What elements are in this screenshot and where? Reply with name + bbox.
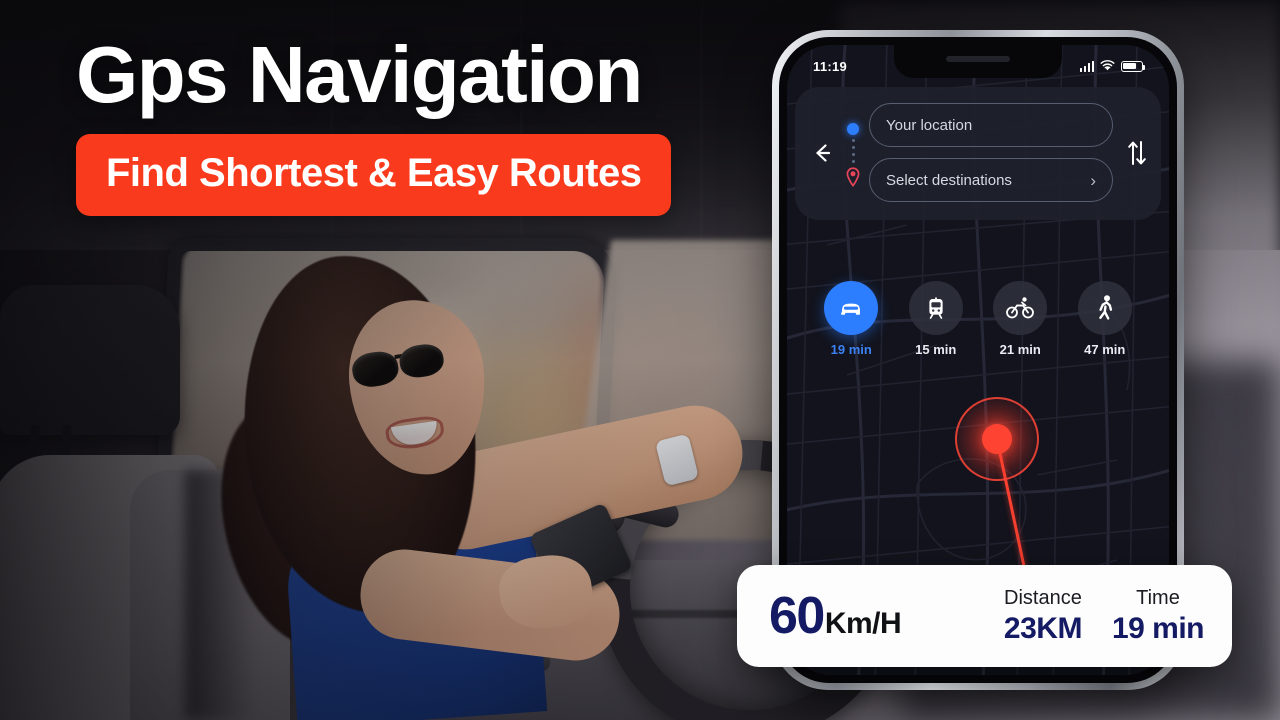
blue-dot-icon [847,122,859,135]
transport-mode-selector: 19 min 15 min 21 min 47 min [787,281,1169,357]
mode-bicycle-label: 21 min [999,342,1041,357]
stat-group: Distance 23KM Time 19 min [1003,586,1205,646]
mode-car[interactable]: 19 min [814,281,888,357]
distance-label: Distance [1004,587,1082,609]
origin-value: Your location [886,116,973,134]
distance-value: 23KM [1003,612,1083,645]
back-arrow-icon[interactable] [809,140,835,166]
destination-input[interactable]: Select destinations › [869,158,1113,202]
signal-bars-icon [1079,60,1094,72]
trip-stats-card: 60 Km/H Distance 23KM Time 19 min [737,565,1232,667]
mode-car-circle [824,281,879,335]
mode-walk[interactable]: 47 min [1068,281,1142,357]
swap-button[interactable] [1125,138,1149,168]
battery-icon [1121,60,1146,72]
status-bar: 11:19 [787,45,1169,81]
origin-input[interactable]: Your location [869,103,1113,147]
destination-value: Select destinations [886,171,1012,189]
speed-readout: 60 Km/H [769,586,902,646]
red-pin-icon [846,166,860,187]
status-time: 11:19 [813,58,848,74]
mode-bicycle-circle [993,281,1048,335]
marker-core-dot [982,424,1012,454]
route-rail [845,119,861,187]
destination-marker[interactable] [955,397,1039,481]
time-value: 19 min [1111,612,1205,645]
chevron-right-icon: › [1090,170,1096,190]
distance-stat: Distance 23KM [1003,586,1083,646]
car-icon [841,303,861,315]
route-fields: Your location Select destinations › [869,103,1113,202]
mode-walk-label: 47 min [1084,342,1126,357]
route-search-panel: Your location Select destinations › [795,87,1161,220]
status-icon-group [1079,60,1146,72]
transit-icon [929,297,943,319]
mode-walk-circle [1077,281,1132,335]
speed-value: 60 [769,587,825,645]
swap-vertical-icon [1128,140,1146,165]
mode-bicycle[interactable]: 21 min [983,281,1057,357]
time-stat: Time 19 min [1111,586,1205,646]
speed-unit: Km/H [824,607,902,640]
mode-transit-label: 15 min [915,342,957,357]
bicycle-icon [1006,297,1035,319]
route-dotted-line [851,138,855,163]
promo-banner: Gps Navigation Find Shortest & Easy Rout… [0,0,1280,720]
mode-car-label: 19 min [830,342,872,357]
walk-icon [1098,295,1112,320]
wifi-icon [1100,60,1115,71]
mode-transit[interactable]: 15 min [899,281,973,357]
time-label: Time [1136,587,1180,609]
mode-transit-circle [908,281,963,335]
